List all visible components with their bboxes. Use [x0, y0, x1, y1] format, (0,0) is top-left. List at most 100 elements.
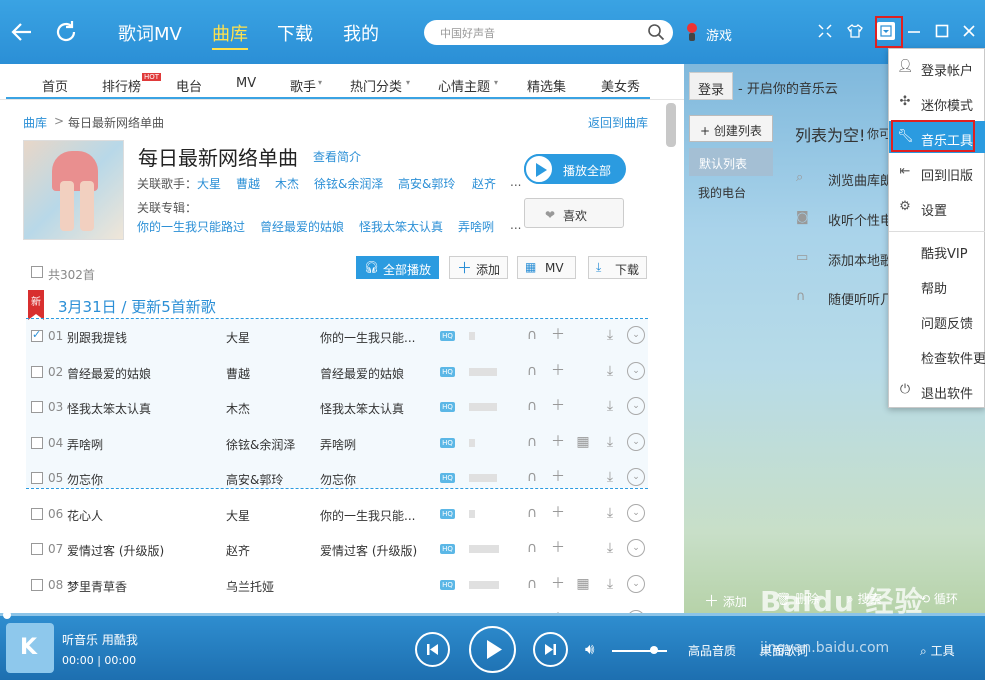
menu-item-exit[interactable]: ⏻ 退出软件	[889, 374, 985, 406]
subnav-mv[interactable]: MV	[236, 76, 256, 91]
progress-knob[interactable]	[3, 611, 11, 619]
related-singer[interactable]: 徐铉&余润泽	[314, 175, 383, 192]
song-title[interactable]: 爱情过客 (升级版)	[67, 542, 164, 559]
related-album[interactable]: 弄啥咧	[458, 218, 494, 235]
song-row[interactable]: 07 爱情过客 (升级版) 赵齐 爱情过客 (升级版) HQ ∩ ＋ ⤓ ⌄	[26, 532, 648, 567]
nav-lyrics-mv[interactable]: 歌词MV	[118, 20, 182, 46]
subnav-moods[interactable]: 心情主题	[438, 76, 490, 95]
more-options-icon[interactable]: ⌄	[627, 503, 645, 522]
song-artist[interactable]: 大星	[226, 329, 250, 346]
minimize-icon[interactable]	[905, 22, 923, 40]
close-icon[interactable]	[960, 22, 978, 40]
song-artist[interactable]: 高安&郭玲	[226, 471, 283, 488]
add-button[interactable]: ＋ 添加	[449, 256, 508, 279]
mini-mode-icon[interactable]	[816, 22, 834, 40]
song-artist[interactable]: 乌兰托娅	[226, 578, 274, 595]
panel-loop-button[interactable]: ⟲ 循环	[920, 590, 958, 607]
download-icon[interactable]: ⤓	[601, 433, 619, 451]
song-album[interactable]: 曾经最爱的姑娘	[320, 365, 404, 382]
refresh-icon[interactable]	[52, 18, 80, 46]
download-icon[interactable]: ⤓	[601, 468, 619, 486]
more-options-icon[interactable]: ⌄	[627, 361, 645, 380]
nav-download[interactable]: 下载	[277, 20, 313, 46]
game-icon[interactable]	[684, 22, 700, 45]
headphones-icon[interactable]: ∩	[523, 539, 541, 557]
song-artist[interactable]: 曹越	[226, 365, 250, 382]
more-options-icon[interactable]: ⌄	[627, 574, 645, 593]
add-icon[interactable]: ＋	[549, 504, 567, 522]
song-checkbox[interactable]	[31, 401, 43, 413]
download-icon[interactable]: ⤓	[601, 326, 619, 344]
next-button[interactable]	[533, 632, 568, 667]
maximize-icon[interactable]	[933, 22, 951, 40]
film-icon[interactable]: ▦	[574, 575, 592, 593]
search-input[interactable]: 中国好声音	[424, 20, 673, 45]
like-button[interactable]: ❤ 喜欢	[524, 198, 624, 228]
mv-button[interactable]: ▦ MV	[517, 256, 576, 279]
download-icon[interactable]: ⤓	[601, 575, 619, 593]
view-intro-link[interactable]: 查看简介	[313, 148, 361, 165]
related-singer[interactable]: 高安&郭玲	[398, 175, 455, 192]
related-albums-more[interactable]: ...	[510, 218, 521, 232]
more-options-icon[interactable]: ⌄	[627, 539, 645, 557]
menu-item-vip[interactable]: 酷我VIP	[889, 234, 985, 266]
song-row[interactable]: 01别跟我提钱 大星 你的一生我只能... HQ ∩ ＋ ⤓ ⌄	[26, 319, 648, 354]
song-title[interactable]: 勿忘你	[67, 471, 103, 488]
skin-icon[interactable]	[846, 22, 864, 40]
song-checkbox[interactable]	[31, 507, 43, 520]
default-list-item[interactable]: 默认列表	[689, 148, 773, 176]
menu-item-login[interactable]: 👤︎ 登录帐户	[889, 51, 985, 83]
song-row[interactable]: 02 曾经最爱的姑娘 曹越 曾经最爱的姑娘 HQ ∩ ＋ ⤓ ⌄	[26, 355, 648, 390]
song-artist[interactable]: 徐铉&余润泽	[226, 436, 295, 453]
song-row[interactable]: 03 怪我太笨太认真 木杰 怪我太笨太认真 HQ ∩ ＋ ⤓ ⌄	[26, 390, 648, 425]
create-list-button[interactable]: + 创建列表	[689, 115, 773, 142]
play-button[interactable]	[469, 626, 516, 673]
song-album[interactable]: 爱情过客 (升级版)	[320, 542, 417, 559]
menu-item-settings[interactable]: ⚙︎ 设置	[889, 191, 985, 223]
menu-item-old-version[interactable]: ⇤ 回到旧版	[889, 156, 985, 188]
more-options-icon[interactable]: ⌄	[627, 397, 645, 415]
volume-slider[interactable]	[612, 650, 667, 652]
related-singer[interactable]: 大星	[197, 175, 221, 192]
download-icon[interactable]: ⤓	[601, 397, 619, 415]
song-checkbox[interactable]	[31, 328, 43, 342]
headphones-icon[interactable]: ∩	[523, 468, 541, 486]
related-album[interactable]: 你的一生我只能路过	[137, 218, 245, 235]
song-album[interactable]: 勿忘你	[320, 471, 356, 488]
song-album[interactable]: 弄啥咧	[320, 436, 356, 453]
related-album[interactable]: 曾经最爱的姑娘	[260, 218, 344, 235]
menu-item-check-update[interactable]: 检查软件更新	[889, 339, 985, 371]
add-icon[interactable]: ＋	[549, 575, 567, 593]
add-icon[interactable]: ＋	[549, 433, 567, 451]
download-icon[interactable]: ⤓	[601, 539, 619, 557]
download-icon[interactable]: ⤓	[601, 504, 619, 522]
back-to-library-link[interactable]: 返回到曲库	[588, 114, 648, 131]
song-album[interactable]: 怪我太笨太认真	[320, 400, 404, 417]
back-arrow-icon[interactable]	[8, 18, 36, 46]
play-all-button[interactable]: 播放全部	[524, 154, 626, 184]
scrollbar[interactable]	[666, 103, 676, 147]
related-singer[interactable]: 木杰	[275, 175, 299, 192]
song-artist[interactable]: 赵齐	[226, 542, 250, 559]
game-link[interactable]: 游戏	[706, 25, 732, 44]
previous-button[interactable]	[415, 632, 450, 667]
film-icon[interactable]: ▦	[574, 433, 592, 451]
song-checkbox[interactable]	[31, 472, 43, 484]
add-icon[interactable]: ＋	[549, 468, 567, 486]
audio-quality-toggle[interactable]: 高品音质	[688, 642, 736, 659]
subnav-home[interactable]: 首页	[42, 76, 68, 95]
more-options-icon[interactable]: ⌄	[627, 432, 645, 451]
song-title[interactable]: 别跟我提钱	[67, 329, 127, 346]
song-checkbox[interactable]	[31, 578, 43, 591]
add-icon[interactable]: ＋	[549, 539, 567, 557]
subnav-playlists[interactable]: 精选集	[527, 76, 566, 95]
song-checkbox[interactable]	[31, 436, 43, 449]
menu-item-mini-mode[interactable]: ✣ 迷你模式	[889, 86, 985, 118]
headphones-icon[interactable]: ∩	[523, 575, 541, 593]
search-icon[interactable]	[647, 23, 665, 44]
play-all-toolbar-button[interactable]: 🎧︎ 全部播放	[356, 256, 439, 279]
tools-button[interactable]: ⌕ 工具	[920, 642, 955, 659]
song-row[interactable]: 05 勿忘你 高安&郭玲 勿忘你 HQ ∩ ＋ ⤓ ⌄	[26, 461, 648, 496]
headphones-icon[interactable]: ∩	[523, 433, 541, 451]
panel-add-button[interactable]: ＋ 添加	[704, 590, 747, 611]
